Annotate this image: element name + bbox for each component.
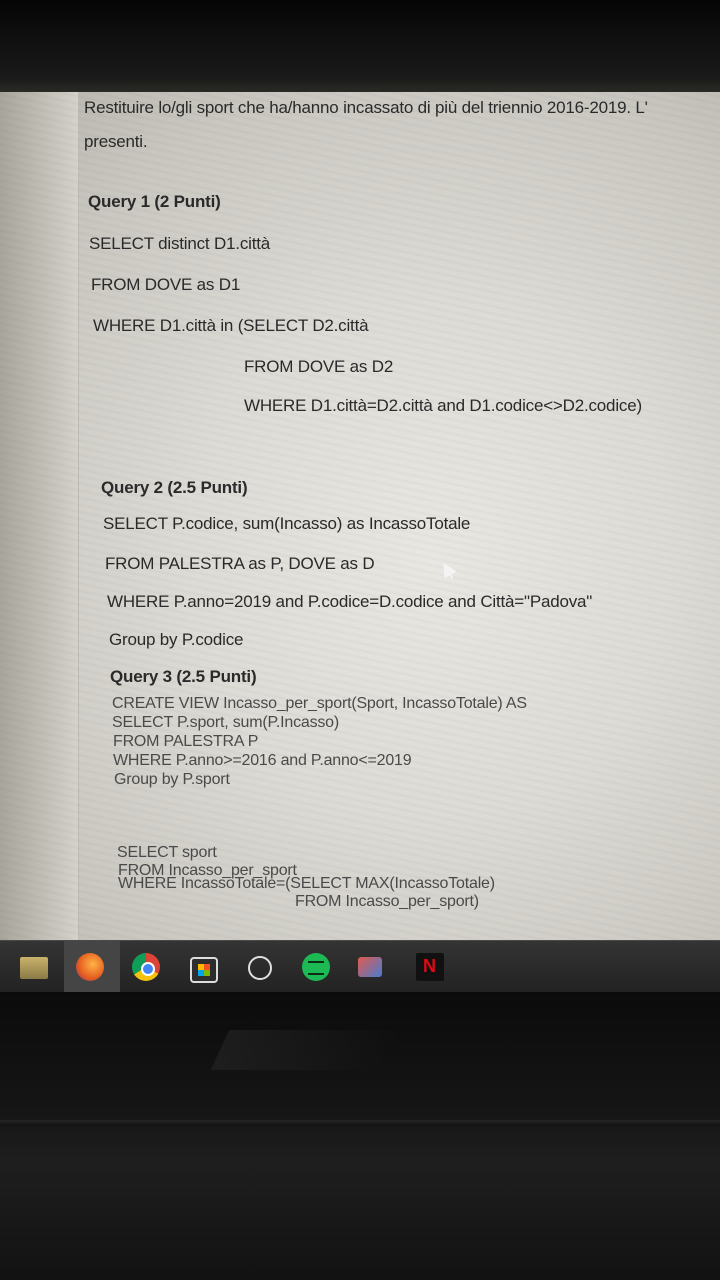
query-1-title: Query 1 (2 Punti) — [88, 192, 221, 211]
intro-text-line-1: Restituire lo/gli sport che ha/hanno inc… — [84, 98, 648, 117]
query-1-line: WHERE D1.città in (SELECT D2.città — [93, 316, 369, 335]
query-3-select-line: SELECT sport — [117, 844, 217, 861]
intro-text-line-2: presenti. — [84, 132, 148, 151]
gauge-icon[interactable] — [248, 956, 272, 980]
laptop-hinge — [0, 1120, 720, 1126]
query-2-line: FROM PALESTRA as P, DOVE as D — [105, 554, 375, 573]
store-icon[interactable] — [190, 957, 218, 983]
laptop-top-bezel — [0, 0, 720, 92]
query-2-title: Query 2 (2.5 Punti) — [101, 478, 248, 497]
query-3-select-line: WHERE IncassoTotale=(SELECT MAX(IncassoT… — [118, 875, 495, 892]
document-page: Restituire lo/gli sport che ha/hanno inc… — [0, 92, 720, 940]
people-icon[interactable] — [358, 957, 382, 977]
query-3-title: Query 3 (2.5 Punti) — [110, 667, 257, 686]
netflix-icon[interactable] — [416, 953, 444, 981]
firefox-icon[interactable] — [76, 953, 104, 981]
query-3-view-line: FROM PALESTRA P — [113, 733, 259, 750]
photo-of-laptop-screen: Restituire lo/gli sport che ha/hanno inc… — [0, 0, 720, 1280]
query-2-line: WHERE P.anno=2019 and P.codice=D.codice … — [107, 592, 593, 611]
query-1-line: FROM DOVE as D1 — [91, 275, 241, 294]
query-3-view-line: SELECT P.sport, sum(P.Incasso) — [112, 714, 339, 731]
query-1-line: WHERE D1.città=D2.città and D1.codice<>D… — [244, 396, 642, 415]
laptop-screen: Restituire lo/gli sport che ha/hanno inc… — [0, 92, 720, 940]
query-2-line: Group by P.codice — [109, 630, 244, 649]
query-3-view-line: WHERE P.anno>=2016 and P.anno<=2019 — [113, 752, 412, 769]
laptop-logo-reflection — [210, 1030, 400, 1070]
folder-icon[interactable] — [20, 957, 48, 979]
query-3-view-line: Group by P.sport — [114, 771, 230, 788]
query-2-line: SELECT P.codice, sum(Incasso) as Incasso… — [103, 514, 471, 533]
query-3-select-line: FROM Incasso_per_sport) — [295, 893, 479, 910]
windows-taskbar — [0, 940, 720, 993]
query-1-line: SELECT distinct D1.città — [89, 234, 271, 253]
query-1-line: FROM DOVE as D2 — [244, 357, 394, 376]
query-3-view-line: CREATE VIEW Incasso_per_sport(Sport, Inc… — [112, 695, 527, 712]
spotify-icon[interactable] — [302, 953, 330, 981]
chrome-icon[interactable] — [132, 953, 160, 981]
